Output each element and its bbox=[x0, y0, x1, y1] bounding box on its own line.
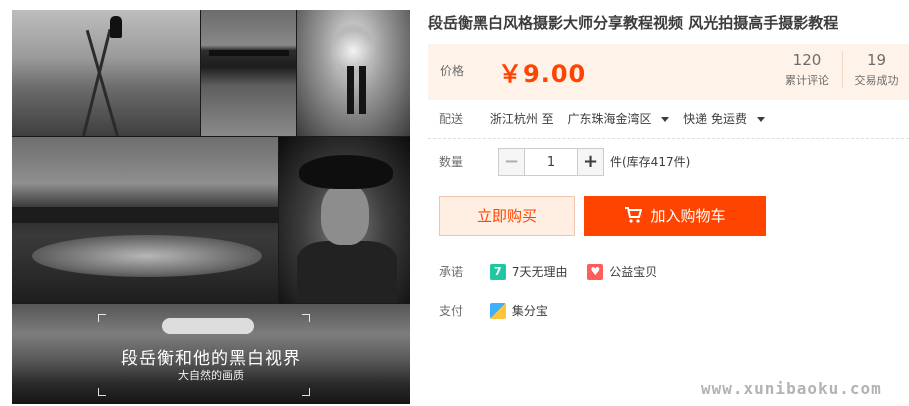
shipping-label: 配送 bbox=[439, 112, 464, 126]
quantity-decrease-button[interactable]: − bbox=[499, 149, 525, 175]
price-panel: 价格 ￥9.00 120 累计评论 19 交易成功 bbox=[428, 44, 909, 100]
chevron-down-icon bbox=[756, 117, 765, 122]
photo-lake-banner: 段岳衡和他的黑白视界 大自然的画质 bbox=[12, 304, 410, 404]
charity-heart-icon: ♥ bbox=[587, 263, 604, 280]
seven-day-return-icon: 7 bbox=[489, 263, 506, 280]
reviews-count: 120 bbox=[792, 51, 822, 69]
payment-row: 支付 集分宝 bbox=[428, 301, 564, 321]
deals-label: 交易成功 bbox=[854, 74, 899, 87]
promise-label: 承诺 bbox=[439, 265, 464, 279]
divider bbox=[428, 138, 909, 139]
ship-method-text: 快递 免运费 bbox=[683, 112, 747, 126]
promise-item-charity[interactable]: ♥ 公益宝贝 bbox=[587, 262, 657, 282]
promise-item-label: 7天无理由 bbox=[511, 265, 568, 279]
ship-method-select[interactable]: 快递 免运费 bbox=[683, 110, 765, 128]
price-value: ￥9.00 bbox=[498, 60, 587, 88]
promise-item-label: 公益宝贝 bbox=[609, 265, 658, 279]
price-label: 价格 bbox=[440, 64, 465, 78]
quantity-row: 数量 − + 件(库存417件) bbox=[428, 148, 690, 176]
product-title: 段岳衡黑白风格摄影大师分享教程视频 风光拍摄高手摄影教程 bbox=[428, 14, 839, 32]
payment-label: 支付 bbox=[439, 304, 464, 318]
photo-smokestack bbox=[297, 10, 410, 136]
deals-count: 19 bbox=[866, 51, 887, 69]
shipping-row: 配送 浙江杭州 至 广东珠海金湾区 快递 免运费 bbox=[428, 110, 775, 128]
ship-destination-text: 广东珠海金湾区 bbox=[567, 112, 652, 126]
quantity-input[interactable] bbox=[525, 149, 577, 175]
blurred-logo bbox=[162, 318, 254, 334]
promise-row: 承诺 7 7天无理由 ♥ 公益宝贝 bbox=[428, 262, 673, 282]
image-overlay-subtitle: 大自然的画质 bbox=[178, 369, 244, 382]
quantity-increase-button[interactable]: + bbox=[577, 149, 603, 175]
ship-from: 浙江杭州 至 bbox=[489, 112, 554, 126]
promise-item-seven-day-return[interactable]: 7 7天无理由 bbox=[489, 262, 568, 282]
image-overlay-title: 段岳衡和他的黑白视界 bbox=[121, 349, 301, 369]
quantity-label: 数量 bbox=[439, 155, 464, 169]
product-main-image[interactable]: 段岳衡和他的黑白视界 大自然的画质 bbox=[12, 10, 410, 404]
quantity-stepper: − + bbox=[498, 148, 604, 176]
chevron-down-icon bbox=[661, 117, 670, 122]
photo-pier-cracked-earth bbox=[201, 10, 296, 136]
stock-info: 件(库存417件) bbox=[610, 155, 691, 169]
payment-method-label: 集分宝 bbox=[511, 304, 548, 318]
add-to-cart-button[interactable]: 加入购物车 bbox=[584, 196, 766, 236]
ship-destination-select[interactable]: 广东珠海金湾区 bbox=[567, 110, 670, 128]
photo-photographer-portrait bbox=[279, 137, 410, 303]
photo-sheep-flock bbox=[12, 137, 278, 303]
deals-stat: 19 交易成功 bbox=[842, 51, 908, 88]
photo-railway-walker bbox=[12, 10, 200, 136]
jifenbao-icon bbox=[489, 302, 506, 319]
add-to-cart-label: 加入购物车 bbox=[650, 207, 726, 225]
shopping-cart-icon bbox=[625, 207, 643, 223]
buy-now-button[interactable]: 立即购买 bbox=[439, 196, 575, 236]
payment-method-jifenbao[interactable]: 集分宝 bbox=[489, 301, 548, 321]
reviews-stat[interactable]: 120 累计评论 bbox=[774, 51, 840, 88]
site-watermark: www.xunibaoku.com bbox=[701, 379, 882, 398]
reviews-label: 累计评论 bbox=[785, 74, 829, 87]
